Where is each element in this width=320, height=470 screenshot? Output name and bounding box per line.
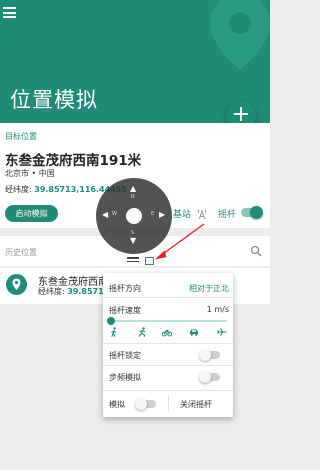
signal-tower-icon[interactable] [196,207,208,219]
joystick-down-arrow[interactable]: ▼ [130,236,136,245]
target-place-name: 东叁金茂府西南191米 [5,153,142,169]
menu-icon[interactable] [3,7,16,18]
lock-toggle[interactable] [199,349,220,361]
speed-slider[interactable] [107,317,227,325]
simulate-toggle[interactable] [135,398,156,410]
walk-icon[interactable] [109,327,119,337]
history-section-label: 历史位置 [5,248,37,257]
simulate-label: 模拟 [109,400,125,409]
joystick-left-arrow[interactable]: ◀ [102,210,108,219]
history-item-coordinates: 经纬度: 39.85713 [38,286,109,297]
joystick-settings-panel: 摇杆方向 相对于正北 摇杆速度 1 m/s 摇杆锁定 步频模拟 模拟 关闭摇杆 [103,273,233,417]
bike-icon[interactable] [162,327,172,337]
base-station-label[interactable]: 基站 [173,207,191,220]
speed-row: 摇杆速度 1 m/s [109,305,229,316]
target-region: 北京市 • 中国 [5,169,55,178]
joystick-toggle[interactable] [241,206,263,219]
direction-value[interactable]: 相对于正北 [189,283,229,294]
speed-slider-thumb[interactable] [107,317,115,325]
direction-label: 摇杆方向 [109,284,141,293]
joystick-right-arrow[interactable]: ▶ [159,210,165,219]
history-coord-label: 经纬度: [38,287,65,296]
west-label: W [112,211,117,217]
joystick-label: 摇杆 [218,210,237,220]
close-joystick-button[interactable]: 关闭摇杆 [180,399,212,410]
north-label: N [131,194,135,200]
annotation-arrow-icon [155,223,205,260]
target-section-label: 目标位置 [5,132,37,141]
joystick-knob[interactable] [126,208,142,224]
lock-label: 摇杆锁定 [109,351,141,360]
step-toggle[interactable] [199,371,220,383]
travel-mode-selector [109,327,229,339]
south-label: S [131,230,135,236]
start-simulation-button[interactable]: 启动模拟 [5,205,58,222]
drag-handle-icon[interactable] [127,257,139,264]
run-icon[interactable] [137,327,147,337]
car-icon[interactable] [189,327,199,337]
speed-label: 摇杆速度 [109,306,141,315]
panel-divider [168,396,169,411]
step-label: 步频模拟 [109,373,141,382]
app-title: 位置模拟 [10,88,98,112]
coord-label: 经纬度: [5,185,32,194]
search-icon[interactable] [250,245,262,257]
location-pin-decoration-icon [210,0,270,70]
plane-icon[interactable] [217,327,227,337]
speed-value: 1 m/s [206,305,229,314]
direction-row[interactable]: 摇杆方向 相对于正北 [109,283,229,294]
location-pin-icon [6,274,27,295]
joystick-up-arrow[interactable]: ▲ [130,184,136,193]
east-label: E [151,211,155,217]
